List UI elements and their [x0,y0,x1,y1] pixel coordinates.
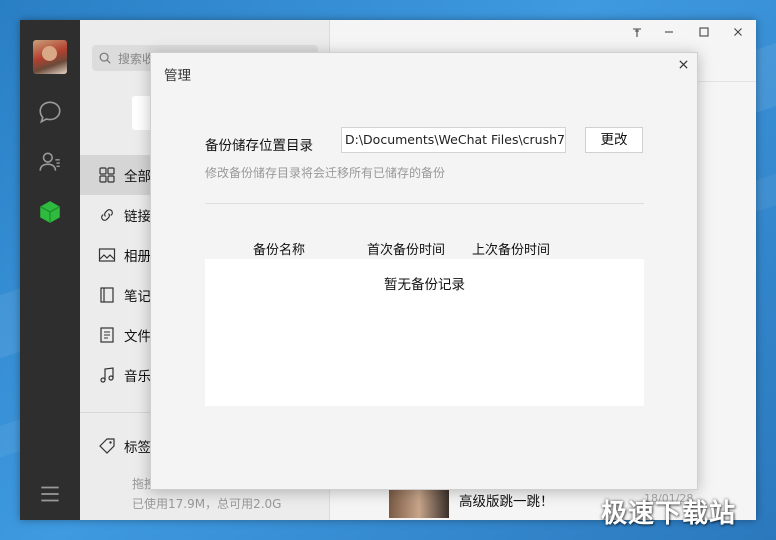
backup-dir-field[interactable]: D:\Documents\WeChat Files\crush720 [341,127,566,153]
document-icon [100,327,114,343]
menu-icon[interactable] [36,480,64,508]
contacts-icon[interactable] [36,148,64,176]
item-title: 高级版跳一跳！ [459,494,554,510]
avatar[interactable] [33,40,67,74]
maximize-icon[interactable] [693,26,715,42]
new-note-button[interactable] [132,96,152,130]
search-placeholder: 搜索收 [118,51,155,66]
change-dir-button[interactable]: 更改 [585,127,643,153]
search-icon [99,52,111,64]
storage-usage: 已使用17.9M，总可用2.0G [132,497,282,511]
link-icon [101,209,113,221]
category-label: 链接 [124,209,151,225]
nav-rail [20,20,80,520]
empty-state-message: 暂无备份记录 [384,277,465,293]
dialog-title: 管理 [164,68,191,84]
favorites-cube-icon[interactable] [36,198,64,226]
tag-icon [99,438,115,454]
music-note-icon [100,367,114,383]
backup-dir-note: 修改备份储存目录将会迁移所有已储存的备份 [205,166,446,180]
column-header-last-backup: 上次备份时间 [472,243,551,258]
divider [205,203,644,204]
category-label: 文件 [124,329,151,345]
grid-icon [99,167,115,183]
backup-table: 暂无备份记录 [205,259,644,406]
column-header-first-backup: 首次备份时间 [367,243,446,258]
backup-dir-label: 备份储存位置目录 [205,138,313,154]
notebook-icon [100,287,114,303]
image-icon [98,248,116,262]
site-watermark: 极速下载站 [601,499,737,529]
chat-bubble-icon[interactable] [36,98,64,126]
dialog-close-icon[interactable] [674,57,692,75]
column-header-backup-name: 备份名称 [253,243,306,258]
category-label: 全部 [124,169,151,185]
manage-dialog: 管理 备份储存位置目录 D:\Documents\WeChat Files\cr… [150,52,698,490]
category-label: 音乐 [124,369,151,385]
minimize-icon[interactable] [658,26,680,42]
pin-icon[interactable] [626,26,648,42]
item-thumbnail [389,488,449,518]
category-label: 标签 [124,440,151,456]
close-icon[interactable] [727,26,749,42]
category-label: 笔记 [124,289,151,305]
category-label: 相册 [124,249,151,265]
